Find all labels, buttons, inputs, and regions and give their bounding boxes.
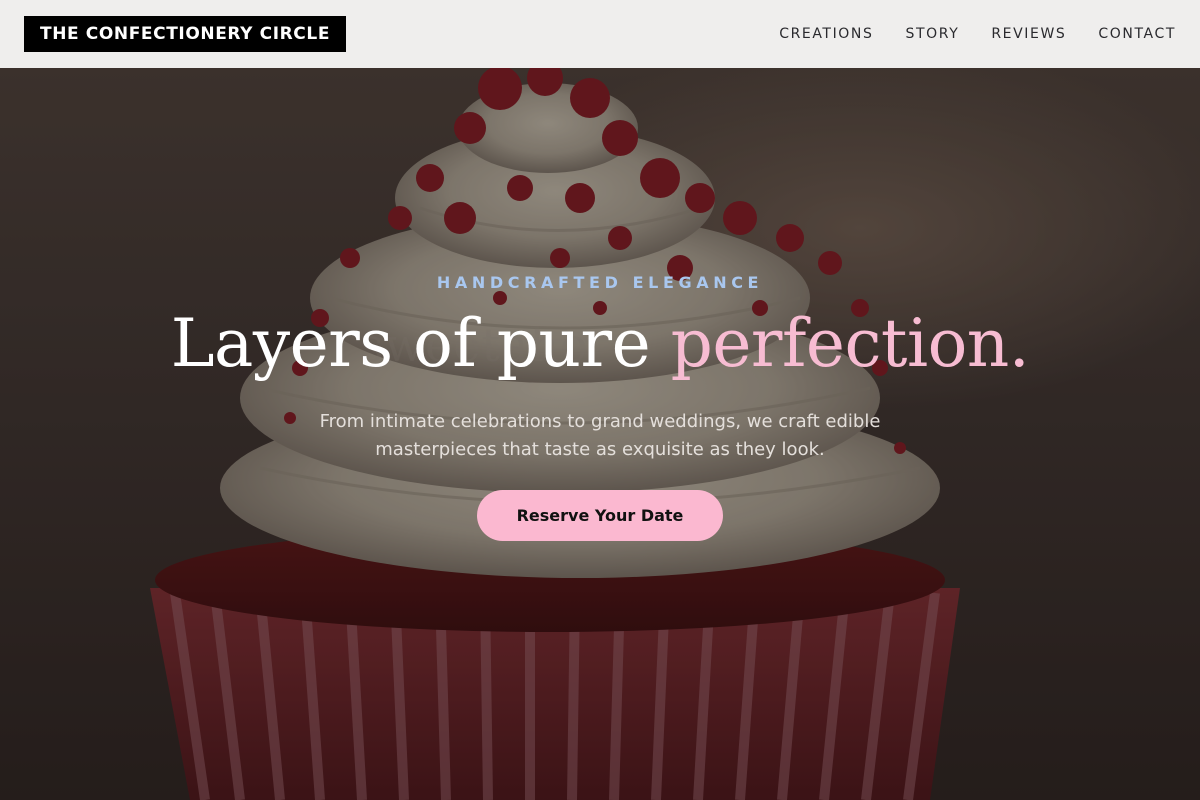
hero-eyebrow: HANDCRAFTED ELEGANCE: [436, 273, 764, 292]
hero-headline: Layers of pure perfection.: [0, 305, 1200, 382]
hero-content: sweetaho HANDCRAFTED ELEGANCE Layers of …: [0, 68, 1200, 800]
main-nav: CREATIONS STORY REVIEWS CONTACT: [779, 0, 1176, 68]
landing-page: THE CONFECTIONERY CIRCLE CREATIONS STORY…: [0, 0, 1200, 800]
headline-accent-text: perfection.: [670, 305, 1030, 382]
headline-main-text: Layers of pure: [170, 305, 671, 382]
reserve-date-button[interactable]: Reserve Your Date: [477, 490, 723, 541]
nav-link-reviews[interactable]: REVIEWS: [991, 26, 1066, 42]
nav-link-creations[interactable]: CREATIONS: [779, 26, 873, 42]
hero-subtitle: From intimate celebrations to grand wedd…: [319, 411, 881, 460]
brand-logo[interactable]: THE CONFECTIONERY CIRCLE: [24, 16, 347, 52]
top-navbar: THE CONFECTIONERY CIRCLE CREATIONS STORY…: [0, 0, 1200, 68]
nav-link-story[interactable]: STORY: [906, 26, 960, 42]
hero-section: sweetaho HANDCRAFTED ELEGANCE Layers of …: [0, 68, 1200, 800]
nav-link-contact[interactable]: CONTACT: [1098, 26, 1176, 42]
